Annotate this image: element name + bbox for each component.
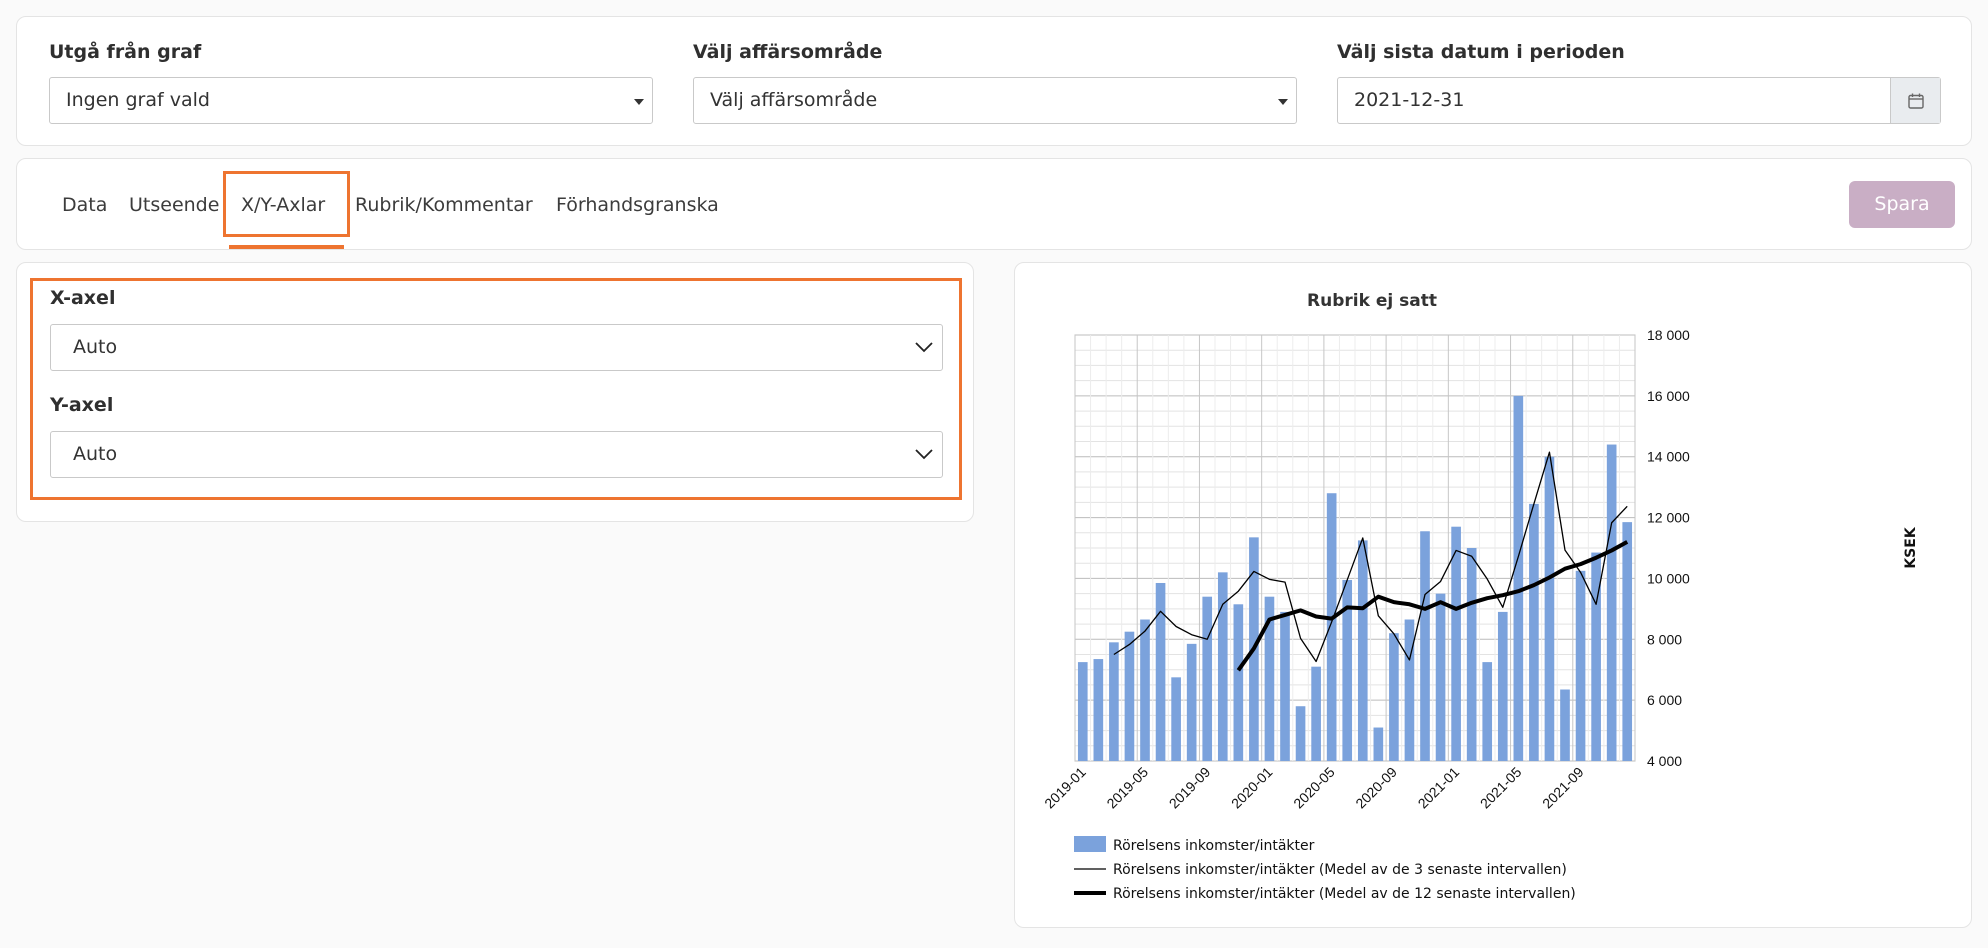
- x-tick-label: 2019-09: [1166, 764, 1214, 812]
- axes-settings-panel: X-axel Auto Y-axel Auto: [16, 262, 974, 522]
- bar: [1171, 677, 1181, 761]
- bar: [1420, 531, 1430, 761]
- x-tick-label: 2020-01: [1228, 764, 1276, 812]
- bar: [1202, 596, 1213, 761]
- y-tick-label: 16 000: [1647, 388, 1690, 404]
- caret-down-icon: [634, 99, 644, 105]
- bar: [1280, 611, 1290, 761]
- y-axis-select-value: Auto: [73, 443, 118, 465]
- x-tick-label: 2021-09: [1539, 764, 1587, 812]
- x-tick-label: 2019-05: [1103, 764, 1151, 812]
- y-tick-label: 8 000: [1647, 631, 1682, 647]
- bar: [1186, 643, 1197, 761]
- legend-entry: Rörelsens inkomster/intäkter (Medel av d…: [1113, 886, 1576, 902]
- legend-entry: Rörelsens inkomster/intäkter (Medel av d…: [1113, 862, 1567, 878]
- chevron-down-icon: [915, 449, 933, 460]
- bar: [1140, 619, 1150, 761]
- bar: [1373, 727, 1384, 761]
- tab-xy-axlar[interactable]: X/Y-Axlar: [241, 159, 325, 251]
- y-tick-label: 6 000: [1647, 692, 1682, 708]
- bar: [1451, 526, 1461, 761]
- bar: [1326, 493, 1337, 761]
- bar: [1482, 662, 1493, 761]
- area-select[interactable]: Välj affärsområde: [693, 77, 1297, 124]
- tab-bar: Data Utseende X/Y-Axlar Rubrik/Kommentar…: [16, 158, 1972, 250]
- x-axis-label: X-axel: [50, 287, 116, 309]
- bar: [1295, 706, 1306, 761]
- y-tick-label: 14 000: [1647, 449, 1690, 465]
- area-select-value: Välj affärsområde: [710, 89, 878, 111]
- y-axis-select[interactable]: Auto: [50, 431, 943, 478]
- bar: [1497, 611, 1508, 761]
- tab-utseende[interactable]: Utseende: [129, 159, 219, 251]
- bar: [1311, 666, 1321, 761]
- tab-rubrik-kommentar[interactable]: Rubrik/Kommentar: [355, 159, 533, 251]
- area-select-label: Välj affärsområde: [693, 41, 883, 63]
- bar: [1077, 662, 1088, 761]
- x-tick-label: 2020-05: [1290, 764, 1338, 812]
- y-axis-title: KSEK: [1903, 526, 1919, 568]
- bar: [1357, 540, 1368, 761]
- x-axis-select-value: Auto: [73, 336, 118, 358]
- caret-down-icon: [1278, 99, 1288, 105]
- y-axis-label: Y-axel: [50, 394, 114, 416]
- date-field-label: Välj sista datum i perioden: [1337, 41, 1625, 63]
- chart-preview-panel: 4 000 6 000 8 000 10 000 12 000 14 000 16 000 1…: [1014, 262, 1972, 928]
- bar: [1233, 604, 1244, 761]
- tab-data[interactable]: Data: [62, 159, 107, 251]
- bar: [1155, 582, 1166, 761]
- bar: [1575, 570, 1586, 761]
- bar: [1622, 522, 1633, 761]
- graph-select-label: Utgå från graf: [49, 41, 202, 63]
- save-button[interactable]: Spara: [1849, 181, 1955, 228]
- date-field-value: 2021-12-31: [1354, 89, 1465, 111]
- bar: [1513, 395, 1524, 761]
- bar: [1544, 456, 1555, 761]
- bar: [1560, 689, 1570, 761]
- graph-select[interactable]: Ingen graf vald: [49, 77, 653, 124]
- chevron-down-icon: [915, 342, 933, 353]
- bar: [1124, 631, 1135, 761]
- bar: [1529, 503, 1539, 761]
- tab-forhandsgranska[interactable]: Förhandsgranska: [556, 159, 719, 251]
- y-tick-label: 10 000: [1647, 570, 1690, 586]
- legend-swatch-bar: [1074, 836, 1106, 852]
- calendar-button[interactable]: [1890, 78, 1940, 123]
- bar: [1466, 548, 1477, 761]
- x-tick-label: 2020-09: [1352, 764, 1400, 812]
- bar: [1109, 642, 1119, 761]
- x-tick-label: 2021-05: [1477, 764, 1525, 812]
- chart-title: Rubrik ej satt: [1307, 291, 1437, 311]
- bar: [1435, 593, 1446, 761]
- x-axis-select[interactable]: Auto: [50, 324, 943, 371]
- bar: [1389, 633, 1399, 761]
- calendar-icon: [1907, 93, 1924, 109]
- date-field[interactable]: 2021-12-31: [1337, 77, 1941, 124]
- graph-select-value: Ingen graf vald: [66, 89, 210, 111]
- bar: [1093, 659, 1104, 761]
- bar: [1404, 619, 1415, 761]
- y-tick-label: 4 000: [1647, 753, 1682, 769]
- y-tick-label: 12 000: [1647, 510, 1690, 526]
- x-tick-label: 2021-01: [1415, 764, 1463, 812]
- y-tick-label: 18 000: [1647, 327, 1690, 343]
- chart: 4 000 6 000 8 000 10 000 12 000 14 000 16 000 1…: [1041, 291, 1919, 902]
- bar: [1606, 444, 1617, 761]
- x-tick-label: 2019-01: [1041, 764, 1089, 812]
- legend-entry: Rörelsens inkomster/intäkter: [1113, 838, 1315, 854]
- tab-active-indicator: [229, 245, 344, 249]
- filter-panel: Utgå från graf Ingen graf vald Välj affä…: [16, 16, 1972, 146]
